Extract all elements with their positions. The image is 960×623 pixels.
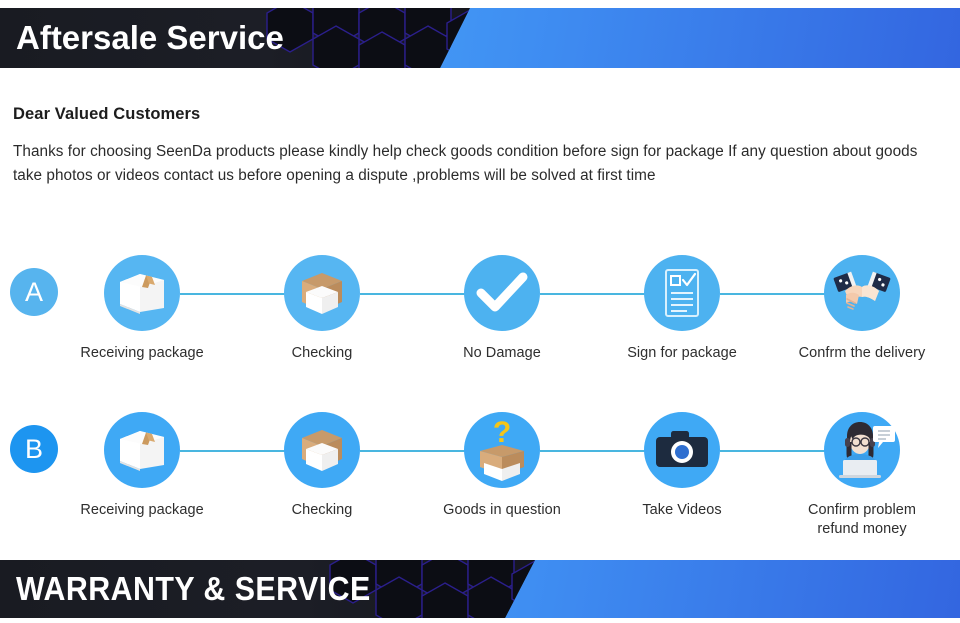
checkmark-icon [475,271,529,315]
open-box-icon [295,425,349,475]
step-icon-circle [644,255,720,331]
step-label: Receiving package [80,345,204,361]
step-icon-circle: ? [464,412,540,488]
step-label: Confirm problem refund money [808,502,916,537]
closed-box-icon [116,268,168,318]
flow-step[interactable]: ? Goods in question [422,412,582,532]
flow-badge-b: B [10,425,58,473]
handshake-icon [833,271,891,315]
intro-heading: Dear Valued Customers [13,105,201,123]
closed-box-icon [116,425,168,475]
intro-body-text: Thanks for choosing SeenDa products plea… [13,143,918,184]
bottom-banner: WARRANTY & SERVICE [0,560,960,618]
intro-block: Dear Valued Customers Thanks for choosin… [13,105,943,188]
flow-step[interactable]: Receiving package [62,412,222,532]
signed-document-icon [660,267,704,319]
flow-row-a: A Receiving package Checking No Damage S… [0,255,960,375]
top-banner-title: Aftersale Service [16,19,284,56]
flow-step[interactable]: Checking [242,412,402,532]
step-label: Checking [291,502,353,518]
step-label: No Damage [463,345,541,361]
step-icon-circle [644,412,720,488]
step-icon-circle [824,255,900,331]
question-box-icon: ? [472,417,532,483]
support-agent-icon [829,420,895,480]
step-label: Sign for package [627,345,737,361]
step-icon-circle [824,412,900,488]
step-icon-circle [284,412,360,488]
top-banner: Aftersale Service [0,8,960,68]
aftersale-service-page: Aftersale Service Dear Valued Customers … [0,0,960,623]
flow-step[interactable]: Sign for package [602,255,762,375]
step-icon-circle [464,255,540,331]
step-icon-circle [104,255,180,331]
flow-step[interactable]: Checking [242,255,402,375]
step-icon-circle [104,412,180,488]
bottom-banner-title: WARRANTY & SERVICE [16,570,371,607]
step-label: Take Videos [642,502,722,518]
flow-step[interactable]: Confrm the delivery [782,255,942,375]
flow-step[interactable]: Receiving package [62,255,222,375]
camera-icon [654,429,710,471]
flow-step[interactable]: Take Videos [602,412,762,532]
flow-steps-a: Receiving package Checking No Damage Sig… [62,255,960,375]
step-label: Confrm the delivery [798,345,926,361]
step-label: Goods in question [443,502,561,518]
flow-step[interactable]: No Damage [422,255,582,375]
step-label: Checking [291,345,353,361]
step-icon-circle [284,255,360,331]
flow-row-b: B Receiving package Checking ? Goods in … [0,412,960,537]
step-label: Receiving package [80,502,204,518]
flow-step[interactable]: Confirm problem refund money [782,412,942,537]
flow-badge-a: A [10,268,58,316]
svg-text:?: ? [493,417,511,449]
flow-steps-b: Receiving package Checking ? Goods in qu… [62,412,960,537]
open-box-icon [295,268,349,318]
